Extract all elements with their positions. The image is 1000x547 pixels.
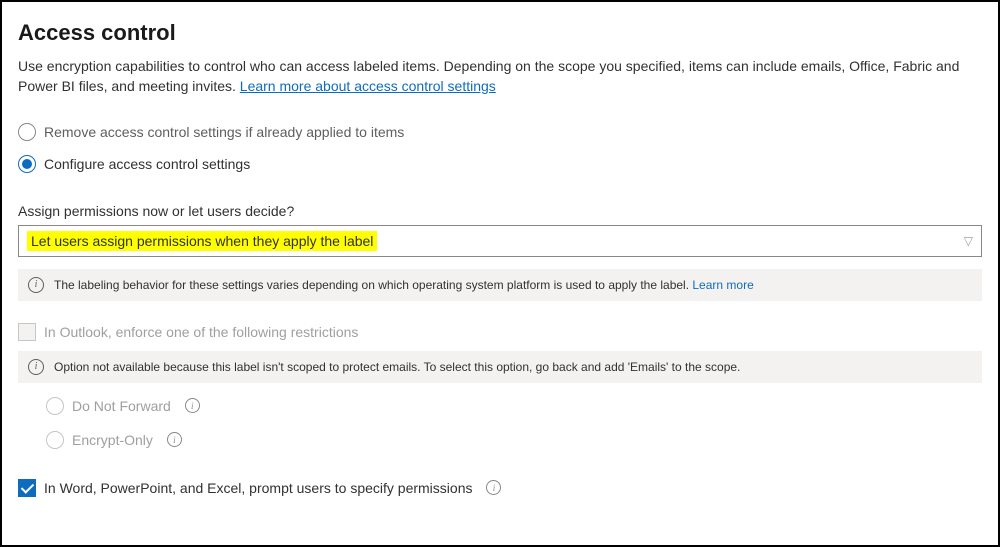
- radio-remove-settings[interactable]: Remove access control settings if alread…: [18, 123, 982, 141]
- radio-icon: [18, 155, 36, 173]
- radio-icon: [46, 397, 64, 415]
- radio-configure-settings[interactable]: Configure access control settings: [18, 155, 982, 173]
- radio-label: Configure access control settings: [44, 156, 250, 172]
- page-description: Use encryption capabilities to control w…: [18, 56, 982, 97]
- assign-permissions-label: Assign permissions now or let users deci…: [18, 203, 982, 219]
- info-text: Option not available because this label …: [54, 360, 740, 374]
- radio-do-not-forward: Do Not Forward i: [46, 397, 982, 415]
- page-title: Access control: [18, 20, 982, 46]
- checkbox-label: In Word, PowerPoint, and Excel, prompt u…: [44, 480, 472, 496]
- info-icon[interactable]: i: [486, 480, 501, 495]
- info-icon: i: [28, 359, 44, 375]
- info-text: The labeling behavior for these settings…: [54, 278, 754, 292]
- radio-icon: [18, 123, 36, 141]
- info-banner-platform: i The labeling behavior for these settin…: [18, 269, 982, 301]
- radio-label: Encrypt-Only: [72, 432, 153, 448]
- mode-radio-group: Remove access control settings if alread…: [18, 123, 982, 173]
- radio-icon: [46, 431, 64, 449]
- info-icon[interactable]: i: [185, 398, 200, 413]
- radio-label: Remove access control settings if alread…: [44, 124, 404, 140]
- info-message: The labeling behavior for these settings…: [54, 278, 692, 292]
- dropdown-value: Let users assign permissions when they a…: [27, 231, 377, 251]
- info-icon[interactable]: i: [167, 432, 182, 447]
- outlook-sub-options: Do Not Forward i Encrypt-Only i: [46, 397, 982, 449]
- chevron-down-icon: ▽: [964, 234, 973, 248]
- radio-encrypt-only: Encrypt-Only i: [46, 431, 982, 449]
- assign-permissions-dropdown[interactable]: Let users assign permissions when they a…: [18, 225, 982, 257]
- learn-more-link[interactable]: Learn more about access control settings: [240, 78, 496, 94]
- checkbox-label: In Outlook, enforce one of the following…: [44, 324, 358, 340]
- checkbox-outlook-restrictions: In Outlook, enforce one of the following…: [18, 323, 982, 341]
- checkbox-icon: [18, 479, 36, 497]
- checkbox-office-prompt[interactable]: In Word, PowerPoint, and Excel, prompt u…: [18, 479, 982, 497]
- info-learn-more-link[interactable]: Learn more: [692, 278, 753, 292]
- info-icon: i: [28, 277, 44, 293]
- checkbox-icon: [18, 323, 36, 341]
- info-banner-outlook-scope: i Option not available because this labe…: [18, 351, 982, 383]
- radio-label: Do Not Forward: [72, 398, 171, 414]
